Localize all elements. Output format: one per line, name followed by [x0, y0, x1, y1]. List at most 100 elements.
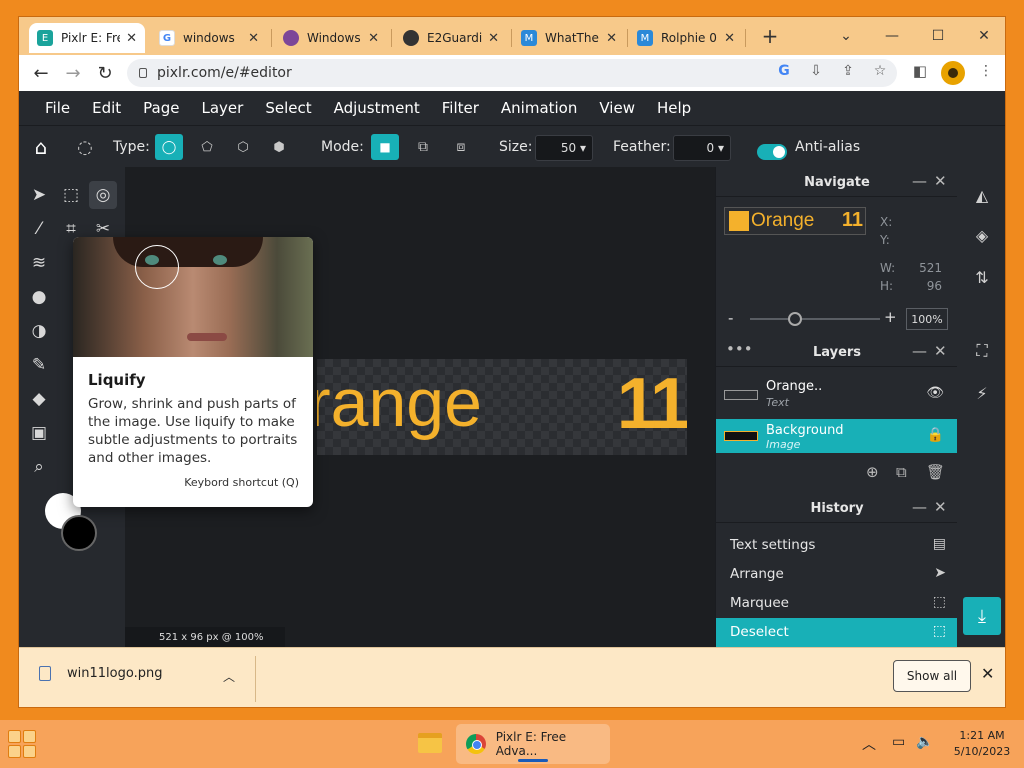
zoom-in-button[interactable]: +	[884, 308, 897, 326]
arrange-tool-icon[interactable]: ➤	[25, 181, 53, 209]
download-item[interactable]: win11logo.png	[39, 666, 162, 681]
google-lens-icon[interactable]: G	[773, 60, 795, 82]
history-item[interactable]: Arrange ➤	[716, 560, 958, 589]
lasso-polygon-icon[interactable]: ⬠	[193, 134, 221, 160]
history-item[interactable]: Text settings ▤	[716, 531, 958, 560]
close-panel-icon[interactable]: ✕	[934, 172, 947, 190]
lock-icon[interactable]: 🔒	[927, 427, 944, 443]
tab-whatthe[interactable]: M WhatThe! ✕	[513, 23, 625, 53]
clone-tool-icon[interactable]: ▣	[25, 419, 53, 447]
tab-windows-search[interactable]: G windows ✕	[151, 23, 267, 53]
menu-edit[interactable]: Edit	[92, 99, 121, 117]
menu-animation[interactable]: Animation	[501, 99, 577, 117]
quick-select-tool-icon[interactable]: ⁄	[25, 215, 53, 243]
navigate-thumbnail[interactable]: Orange 11	[724, 207, 866, 235]
close-window-button[interactable]: ✕	[961, 17, 1005, 55]
menu-adjustment[interactable]: Adjustment	[334, 99, 420, 117]
close-tab-icon[interactable]: ✕	[606, 31, 617, 46]
reload-button[interactable]: ↻	[93, 61, 117, 85]
antialias-toggle[interactable]	[757, 144, 787, 160]
layer-row-background[interactable]: Background Image 🔒	[716, 419, 958, 453]
delete-layer-icon[interactable]: 🗑	[926, 463, 945, 481]
close-tab-icon[interactable]: ✕	[368, 31, 379, 46]
lasso-point-icon[interactable]: ⬡	[229, 134, 257, 160]
menu-help[interactable]: Help	[657, 99, 691, 117]
add-layer-icon[interactable]: ⊕	[866, 463, 879, 481]
layers-panel-icon[interactable]: ◈	[970, 223, 994, 247]
zoom-input[interactable]: 100%	[906, 308, 948, 330]
menu-view[interactable]: View	[599, 99, 635, 117]
background-color-swatch[interactable]	[61, 515, 97, 551]
close-panel-icon[interactable]: ✕	[934, 498, 947, 516]
dodge-tool-icon[interactable]: ◑	[25, 317, 53, 345]
marquee-tool-icon[interactable]: ⬚	[57, 181, 85, 209]
lasso-freehand-icon[interactable]: ◯	[155, 134, 183, 160]
close-tab-icon[interactable]: ✕	[248, 31, 259, 46]
volume-icon[interactable]: 🔈	[916, 734, 933, 750]
forward-button[interactable]: →	[61, 61, 85, 85]
lasso-tool-icon[interactable]: ◌	[71, 134, 99, 160]
eye-icon[interactable]: 👁	[926, 385, 944, 401]
maximize-button[interactable]: ☐	[915, 17, 961, 55]
history-item[interactable]: Marquee ⬚	[716, 589, 958, 618]
bookmark-star-icon[interactable]: ☆	[869, 60, 891, 82]
lasso-magnetic-icon[interactable]: ⬢	[265, 134, 293, 160]
close-tab-icon[interactable]: ✕	[126, 31, 137, 46]
network-icon[interactable]: ▭	[892, 734, 905, 750]
start-button[interactable]	[8, 730, 36, 758]
zoom-tool-icon[interactable]: ⌕	[25, 453, 53, 481]
home-icon[interactable]: ⌂	[27, 134, 55, 160]
tab-rolphie[interactable]: M Rolphie 0 ✕	[629, 23, 743, 53]
mode-new-icon[interactable]: ■	[371, 134, 399, 160]
fullscreen-icon[interactable]: ⛶	[970, 339, 994, 363]
back-button[interactable]: ←	[29, 61, 53, 85]
install-icon[interactable]: ⇩	[805, 60, 827, 82]
menu-layer[interactable]: Layer	[202, 99, 244, 117]
menu-file[interactable]: File	[45, 99, 70, 117]
minimize-panel-icon[interactable]: —	[912, 172, 927, 190]
layer-row-text[interactable]: Orange.. Text 👁	[716, 375, 958, 415]
download-icon[interactable]: ⤓	[963, 597, 1001, 635]
brush-tool-icon[interactable]: ✎	[25, 351, 53, 379]
artboard[interactable]: range 11	[317, 359, 687, 455]
close-tab-icon[interactable]: ✕	[724, 31, 735, 46]
size-input[interactable]: 50 ▾	[535, 135, 593, 161]
tab-e2guardian[interactable]: E2Guardia ✕	[395, 23, 507, 53]
tab-pixlr[interactable]: E Pixlr E: Free ✕	[29, 23, 145, 53]
history-item-selected[interactable]: Deselect ⬚	[716, 618, 958, 647]
minimize-button[interactable]: —	[869, 17, 915, 55]
zoom-slider-track[interactable]	[750, 318, 880, 320]
show-all-button[interactable]: Show all	[893, 660, 971, 692]
menu-select[interactable]: Select	[265, 99, 311, 117]
zoom-slider-handle[interactable]	[788, 312, 802, 326]
history-panel-icon[interactable]: ⇅	[970, 265, 994, 289]
profile-avatar[interactable]	[941, 61, 965, 85]
mode-add-icon[interactable]: ⧉	[409, 134, 437, 160]
tab-windows[interactable]: Windows ✕	[275, 23, 387, 53]
menu-filter[interactable]: Filter	[442, 99, 479, 117]
liquify-tool-icon[interactable]: ≋	[25, 249, 53, 277]
duplicate-layer-icon[interactable]: ⧉	[896, 463, 907, 481]
sidepanel-icon[interactable]: ◧	[909, 60, 931, 82]
tab-search-chevron-icon[interactable]: ⌄	[823, 17, 869, 55]
feather-input[interactable]: 0 ▾	[673, 135, 731, 161]
close-download-bar-icon[interactable]: ✕	[981, 664, 994, 683]
close-tab-icon[interactable]: ✕	[488, 31, 499, 46]
chevron-up-icon[interactable]: ︿	[223, 668, 235, 685]
share-icon[interactable]: ⇪	[837, 60, 859, 82]
fill-tool-icon[interactable]: ◆	[25, 385, 53, 413]
blur-tool-icon[interactable]: ●	[25, 283, 53, 311]
chevron-up-icon[interactable]: ︿	[862, 734, 876, 754]
system-clock[interactable]: 1:21 AM 5/10/2023	[944, 728, 1020, 760]
taskbar-chrome-app[interactable]: Pixlr E: Free Adva...	[456, 724, 610, 764]
menu-page[interactable]: Page	[143, 99, 179, 117]
new-tab-button[interactable]: +	[747, 17, 793, 55]
mode-subtract-icon[interactable]: ⧈	[447, 134, 475, 160]
file-explorer-icon[interactable]	[418, 733, 442, 753]
lightning-icon[interactable]: ⚡	[970, 381, 994, 405]
zoom-out-button[interactable]: -	[728, 309, 733, 327]
minimize-panel-icon[interactable]: —	[912, 498, 927, 516]
minimize-panel-icon[interactable]: —	[912, 342, 927, 360]
more-menu-icon[interactable]: ⋮	[975, 60, 997, 82]
lasso-tool-icon[interactable]: ◎	[89, 181, 117, 209]
